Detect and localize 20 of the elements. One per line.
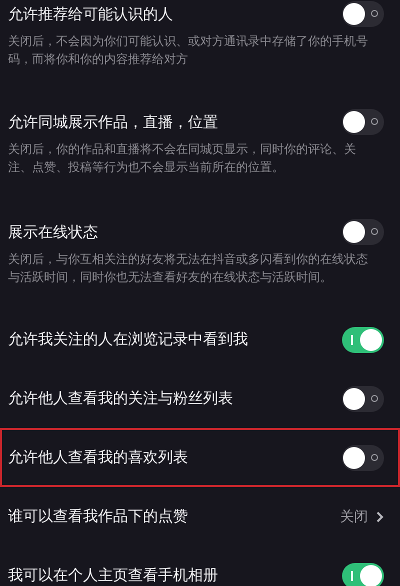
setting-title: 谁可以查看我作品下的点赞 [8, 507, 188, 526]
toggle-switch[interactable] [342, 562, 384, 586]
toggle-switch[interactable] [342, 386, 384, 412]
setting-description: 关闭后，你的作品和直播将不会在同城页显示，同时你的评论、关注、点赞、投稿等行为也不会显示当前所在的位置。 [8, 141, 357, 176]
setting-title: 展示在线状态 [8, 222, 98, 242]
toggle-switch[interactable] [342, 444, 384, 470]
setting-title: 允许他人查看我的喜欢列表 [8, 448, 188, 467]
setting-title: 我可以在个人主页查看手机相册 [8, 566, 218, 585]
setting-description: 关闭后，不会因为你们可能认识、或对方通讯录中存储了你的手机号码，而将你和你的内容推荐给对方 [8, 33, 369, 68]
setting-value[interactable]: 关闭 [340, 508, 368, 526]
toggle-switch[interactable] [342, 326, 384, 352]
setting-title: 允许同城展示作品，直播，位置 [8, 112, 218, 132]
toggle-switch[interactable] [342, 1, 384, 27]
setting-description: 关闭后，与你互相关注的好友将无法在抖音或多闪看到你的在线状态与活跃时间，同时你也无法查看好友的在线状态与活跃时间。 [8, 251, 369, 286]
chevron-right-icon [376, 510, 384, 522]
toggle-switch[interactable] [342, 109, 384, 135]
setting-title: 允许推荐给可能认识的人 [8, 4, 173, 24]
toggle-switch[interactable] [342, 219, 384, 245]
setting-title: 允许我关注的人在浏览记录中看到我 [8, 330, 248, 349]
setting-title: 允许他人查看我的关注与粉丝列表 [8, 389, 233, 408]
